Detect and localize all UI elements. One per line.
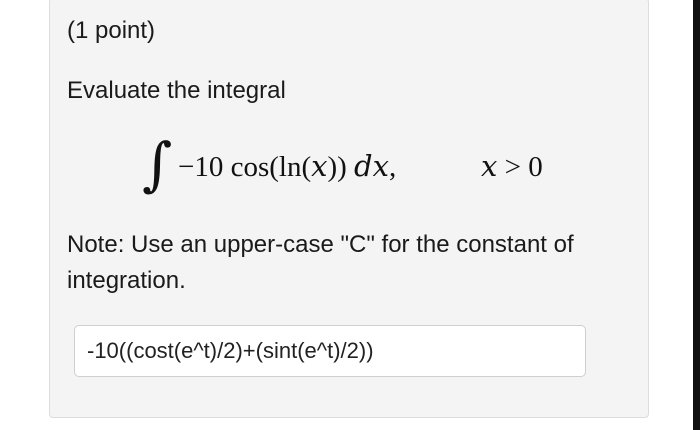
integral-sign: ∫ — [142, 130, 173, 198]
screen-edge — [693, 0, 700, 430]
problem-points: (1 point) — [67, 17, 156, 44]
instruction-note: Note: Use an upper-case "C" for the cons… — [67, 231, 574, 294]
problem-prompt: Evaluate the integral — [67, 77, 286, 104]
answer-input[interactable]: -10((cost(e^t)/2)+(sint(e^t)/2)) — [74, 325, 586, 377]
problem-panel: (1 point) Evaluate the integral ∫ −10 co… — [49, 0, 649, 418]
domain-condition: 𝑥 > 0 — [481, 151, 543, 183]
integrand: −10 cos(ln(𝑥)) 𝑑𝑥, — [178, 151, 397, 183]
integral-expression: ∫ −10 cos(ln(𝑥)) 𝑑𝑥, 𝑥 > 0 — [50, 129, 650, 209]
page: (1 point) Evaluate the integral ∫ −10 co… — [0, 0, 700, 430]
